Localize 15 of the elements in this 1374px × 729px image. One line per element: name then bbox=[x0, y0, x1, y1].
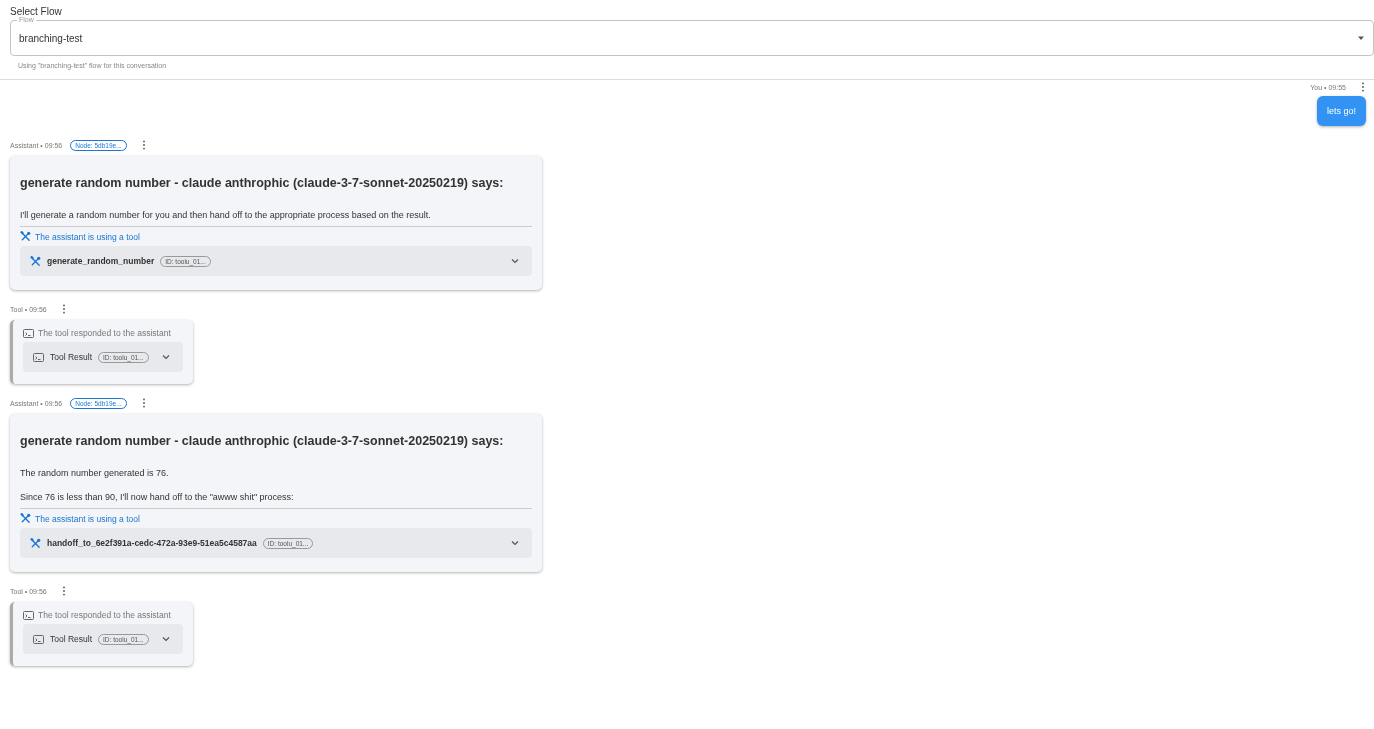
section-title: Select Flow bbox=[10, 6, 63, 17]
message-text: I'll generate a random number for you and then hand off to the appropriate process based on the result. bbox=[20, 210, 432, 220]
message-text: The random number generated is 76. bbox=[20, 468, 170, 478]
message-title: generate random number - claude anthrophic (claude-3-7-sonnet-20250219) says: bbox=[20, 176, 505, 190]
message-title: generate random number - claude anthrophic (claude-3-7-sonnet-20250219) says: bbox=[20, 434, 505, 448]
message-text: Since 76 is less than 90, I'll now hand off to the "awww shit" process: bbox=[20, 492, 295, 502]
tool-name: generate_random_number bbox=[47, 256, 155, 266]
user-message-bubble: lets go! bbox=[1316, 96, 1366, 126]
tool-use-notice: The assistant is using a tool bbox=[35, 513, 140, 524]
tool-use-notice: The assistant is using a tool bbox=[35, 231, 140, 242]
tool-name: handoff_to_6e2f391a-cedc-472a-93e9-51ea5c4587aa bbox=[47, 538, 257, 548]
tool-result-label: Tool Result bbox=[50, 352, 93, 362]
tool-response-notice: The tool responded to the assistant bbox=[38, 328, 171, 338]
tool-response-notice: The tool responded to the assistant bbox=[38, 610, 171, 620]
tool-result-label: Tool Result bbox=[50, 634, 93, 644]
